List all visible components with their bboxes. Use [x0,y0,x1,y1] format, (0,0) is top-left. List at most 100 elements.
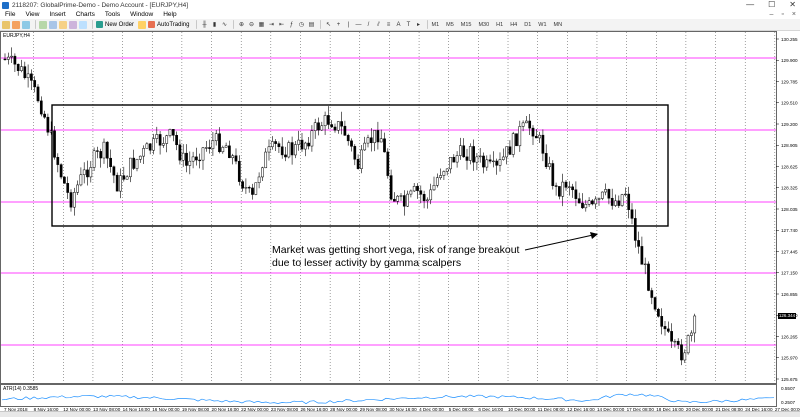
bull-candle [297,139,301,145]
menu-window[interactable]: Window [125,11,158,18]
bear-candle [393,198,396,202]
new-chart-icon[interactable] [2,20,10,29]
separator [35,20,36,29]
timeframe-d1[interactable]: D1 [524,22,531,28]
bear-candle [508,146,512,155]
timeframe-m5[interactable]: M5 [446,22,454,28]
timeframe-m15[interactable]: M15 [461,22,472,28]
bear-candle [333,126,337,131]
timeframe-h4[interactable]: H4 [510,22,517,28]
bear-candle [228,145,231,159]
vertical-line-icon[interactable]: | [344,21,352,29]
templates-icon[interactable]: ▤ [307,21,315,29]
new-order-button[interactable]: New Order [96,21,134,28]
bear-candle [46,116,50,133]
indicators-icon[interactable]: ƒ [287,21,295,29]
maximize-button[interactable]: ☐ [768,0,775,10]
crosshair-icon[interactable]: + [334,21,342,29]
menu-view[interactable]: View [20,11,44,18]
open-folder-icon[interactable] [12,20,20,29]
strategy-tester-icon[interactable] [79,20,87,29]
bear-candle [534,135,538,139]
market-watch-icon[interactable] [39,20,47,29]
zoom-in-icon[interactable]: ⊕ [237,21,245,29]
tile-windows-icon[interactable]: ▦ [257,21,265,29]
bull-candle [188,160,192,166]
bear-candle [640,246,644,265]
cursor-icon[interactable]: ↖ [324,21,332,29]
horizontal-lines [1,57,776,346]
horizontal-line-icon[interactable]: — [354,21,362,29]
bear-candle [96,150,99,152]
trendline-icon[interactable]: / [364,21,372,29]
bull-candle [10,55,13,58]
close-button[interactable]: ✕ [789,0,796,10]
bear-candle [574,189,578,199]
bear-candle [353,146,357,160]
window-title: 2118207: GlobalPrime-Demo - Demo Account… [12,1,189,9]
autotrading-button[interactable]: AutoTrading [148,21,189,28]
timeframe-h1[interactable]: H1 [496,22,503,28]
price-tick-label: 125.675 [781,377,798,382]
bear-candle [647,263,650,291]
chart-close-button[interactable]: × [792,11,796,18]
arrows-icon[interactable]: ▸ [414,21,422,29]
equidistant-channel-icon[interactable]: ⫽ [374,21,382,29]
bear-candle [541,134,545,154]
bull-candle [261,167,264,178]
bull-candle [211,140,215,149]
zoom-out-icon[interactable]: ⊖ [247,21,255,29]
minimize-button[interactable]: — [746,0,754,10]
data-window-icon[interactable] [49,20,57,29]
bear-candle [422,194,426,202]
terminal-icon[interactable] [69,20,77,29]
bear-candle [343,125,347,136]
price-tick-label: 130.255 [781,37,798,42]
chart-minimize-button[interactable]: – [770,11,774,18]
label-tool-icon[interactable]: T [404,21,412,29]
bear-candle [284,154,287,158]
scroll-chart-icon[interactable]: ⇥ [267,21,275,29]
profiles-icon[interactable] [22,20,30,29]
bear-candle [571,186,574,191]
timeframe-mn[interactable]: MN [554,22,563,28]
chart-window[interactable]: 130.255 129.900 129.785 129.510 129.200 128.9… [0,31,800,416]
bear-candle [247,187,251,189]
bar-chart-icon[interactable]: ╫ [200,21,208,29]
bull-candle [475,156,479,163]
price-chart[interactable]: 130.255 129.900 129.785 129.510 129.200 128.9… [0,31,800,411]
price-tick-label: 127.445 [781,249,798,254]
bull-candle [336,121,340,131]
bull-candle [138,155,142,160]
fibonacci-icon[interactable]: ≡ [384,21,392,29]
menu-help[interactable]: Help [158,11,181,18]
timeframe-w1[interactable]: W1 [538,22,546,28]
menu-tools[interactable]: Tools [100,11,125,18]
menu-file[interactable]: File [0,11,20,18]
line-chart-icon[interactable]: ∿ [220,21,228,29]
timeframe-m30[interactable]: M30 [478,22,489,28]
bull-candle [152,138,155,151]
chart-restore-button[interactable]: ▫ [781,11,783,18]
candlestick-icon[interactable]: ▮ [210,21,218,29]
text-tool-icon[interactable]: A [394,21,402,29]
menu-insert[interactable]: Insert [44,11,70,18]
timeframe-m1[interactable]: M1 [431,22,439,28]
navigator-icon[interactable] [59,20,67,29]
bear-candle [109,157,112,167]
bull-candle [409,190,413,195]
periods-icon[interactable]: ◷ [297,21,305,29]
metaeditor-icon[interactable] [138,20,147,29]
price-tick-label: 128.035 [781,207,798,212]
menu-charts[interactable]: Charts [71,11,100,18]
chart-shift-icon[interactable]: ⇤ [277,21,285,29]
bear-candle [66,183,70,193]
bear-candle [59,164,63,178]
bear-candle [327,115,330,125]
bull-candle [221,147,225,153]
bear-candle [3,58,7,61]
symbol-label: EURJPY,H4 [3,33,30,39]
bull-candle [310,130,314,147]
app-icon [2,1,9,9]
bear-candle [122,175,126,180]
